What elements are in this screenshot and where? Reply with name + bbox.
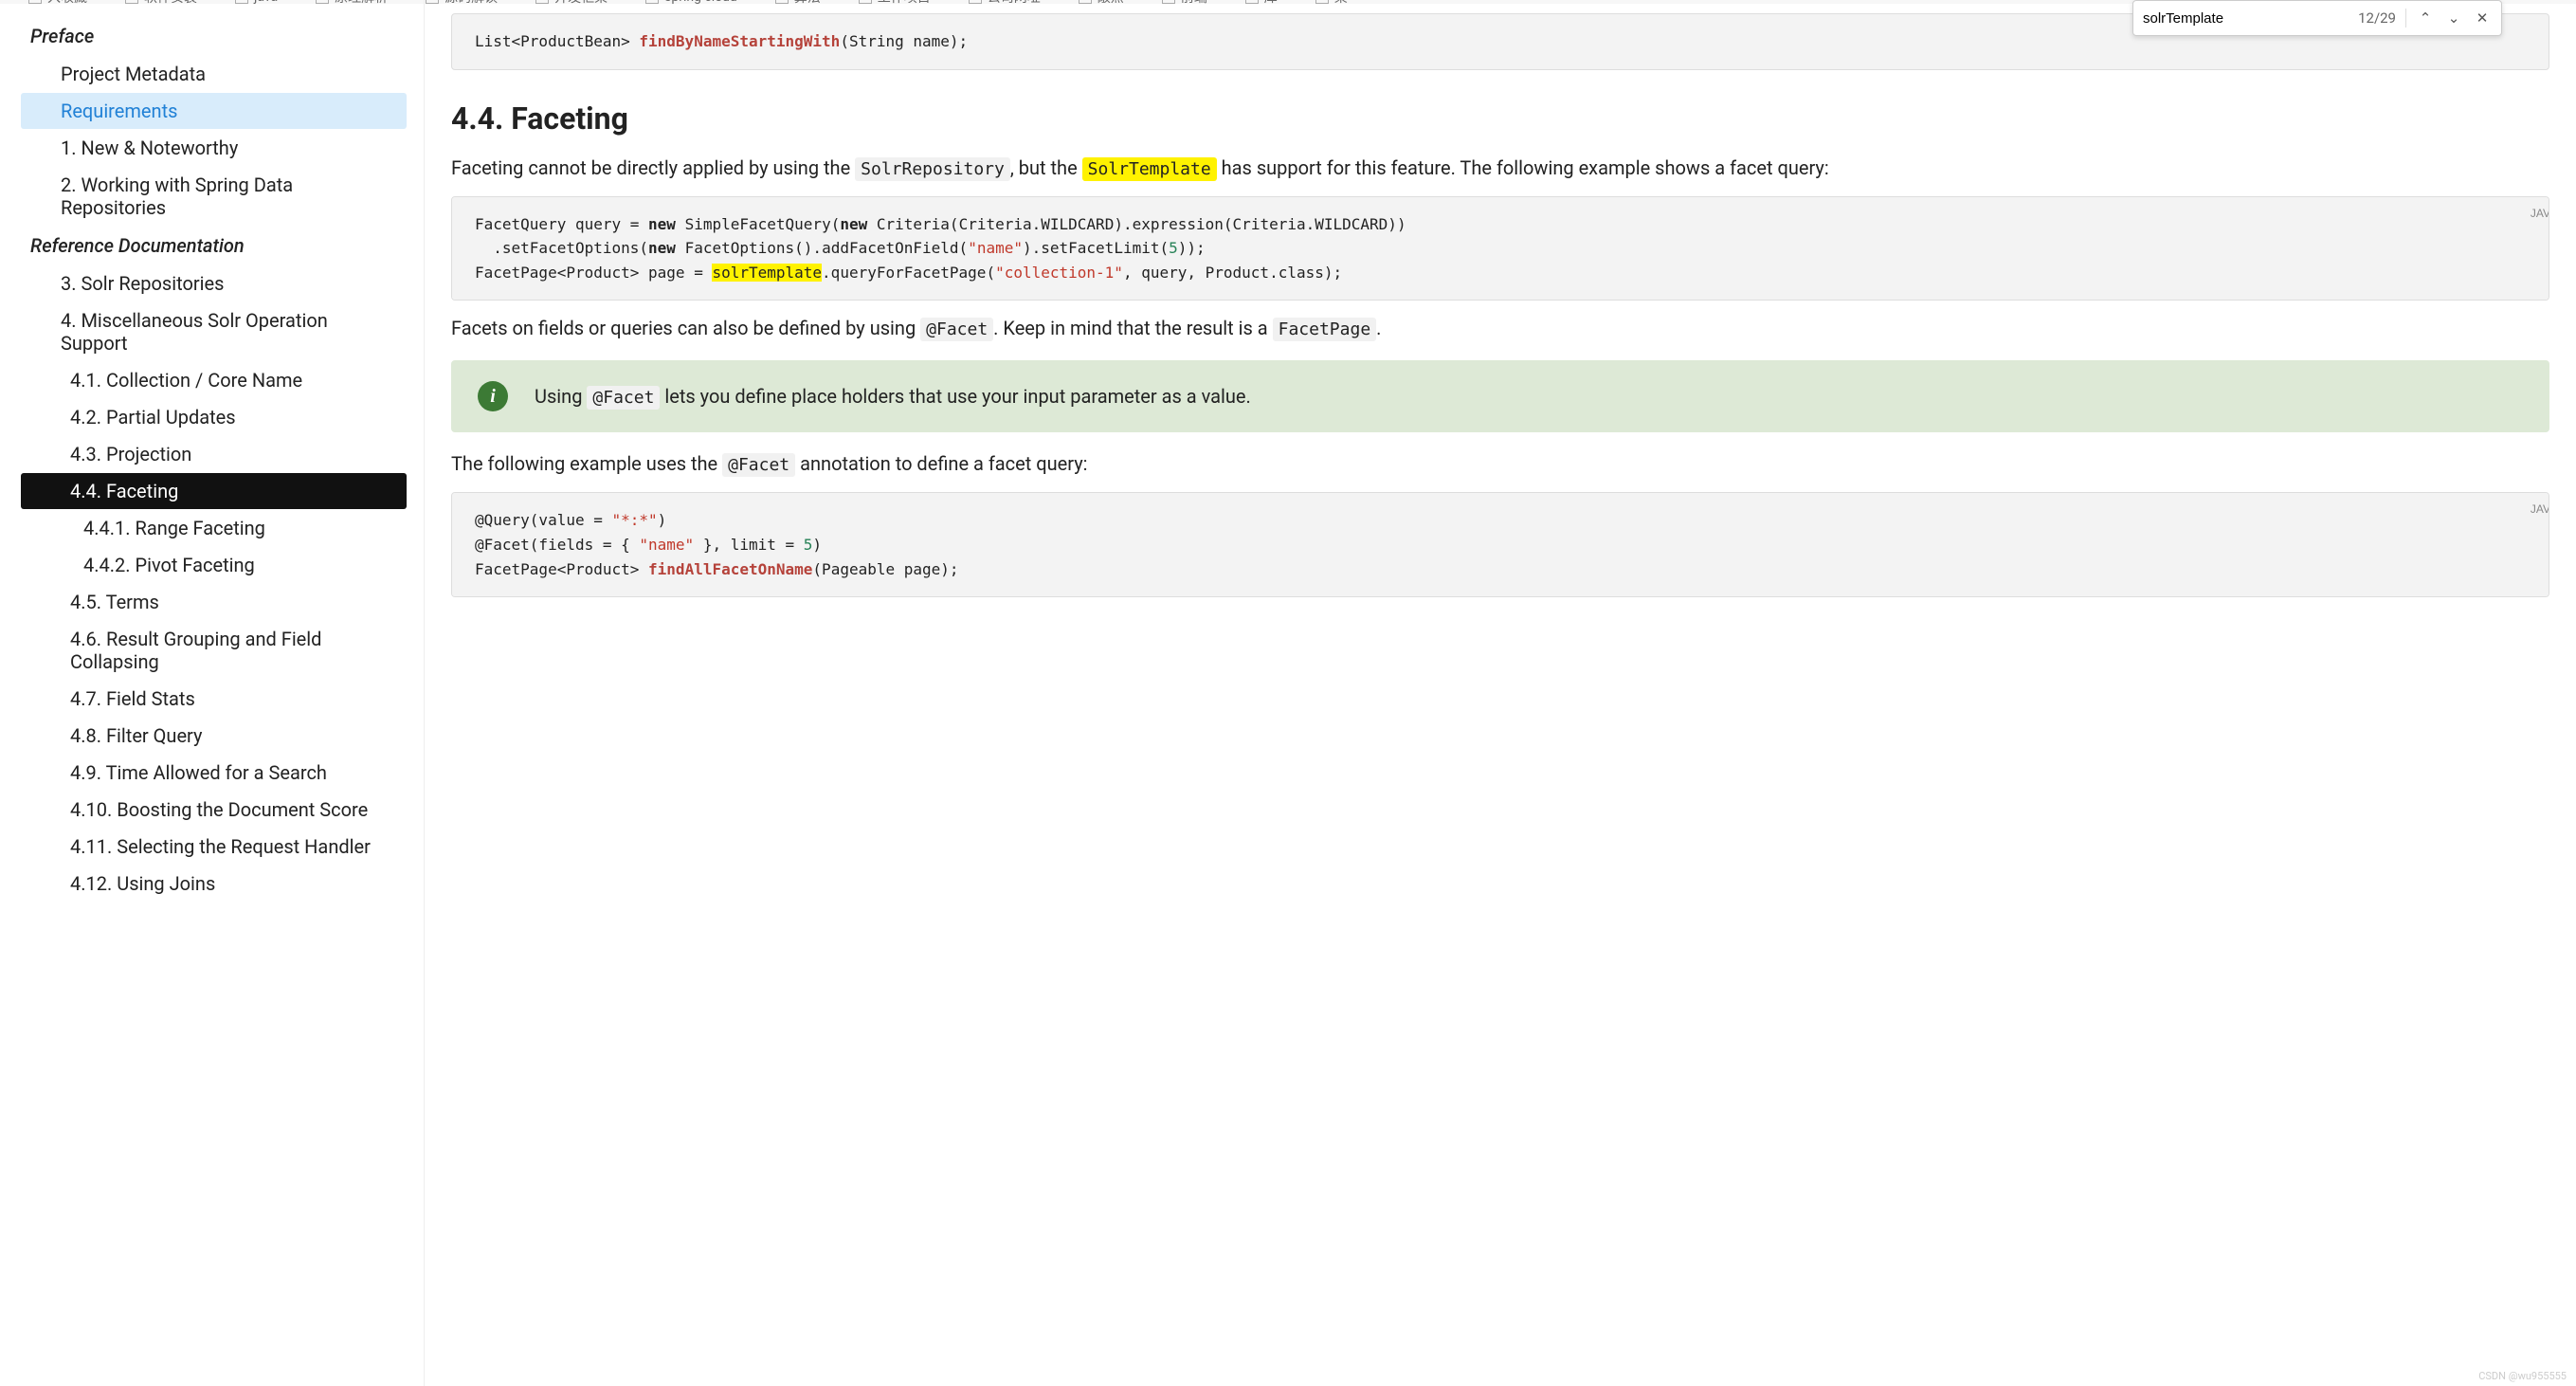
section-heading: 4.4. Faceting	[451, 100, 2549, 137]
bookmark-item[interactable]: 前端	[1162, 0, 1207, 4]
code-block-2: JAV@Query(value = "*:*") @Facet(fields =…	[451, 492, 2549, 597]
folder-icon	[969, 0, 982, 4]
folder-icon	[1245, 0, 1259, 4]
folder-icon	[1079, 0, 1092, 4]
bookmark-item[interactable]: 算法	[775, 0, 821, 4]
nav-item[interactable]: 4.9. Time Allowed for a Search	[21, 755, 407, 791]
folder-icon	[1162, 0, 1175, 4]
root: Preface Project MetadataRequirements1. N…	[0, 0, 2576, 1386]
nav-item[interactable]: Project Metadata	[21, 56, 407, 92]
code-lang-label: JAV	[2531, 205, 2549, 223]
para-2: Facets on fields or queries can also be …	[451, 314, 2549, 343]
find-input[interactable]	[2143, 10, 2349, 27]
divider	[2405, 9, 2406, 27]
nav-item[interactable]: Requirements	[21, 93, 407, 129]
info-icon: i	[478, 381, 508, 411]
nav-item[interactable]: 4.12. Using Joins	[21, 866, 407, 902]
nav-item[interactable]: 4.2. Partial Updates	[21, 399, 407, 435]
find-bar: 12/29 ⌃ ⌄ ✕	[2132, 0, 2502, 36]
note-code: @Facet	[587, 386, 660, 410]
code-block-1: JAVFacetQuery query = new SimpleFacetQue…	[451, 196, 2549, 301]
nav-item[interactable]: 4.1. Collection / Core Name	[21, 362, 407, 398]
sidebar[interactable]: Preface Project MetadataRequirements1. N…	[0, 0, 425, 1386]
folder-icon	[645, 0, 659, 4]
nav-item[interactable]: 4.7. Field Stats	[21, 681, 407, 717]
nav-item[interactable]: 4.6. Result Grouping and Field Collapsin…	[21, 621, 407, 680]
bookmark-item[interactable]: 库	[1245, 0, 1278, 4]
nav-item[interactable]: 4.10. Boosting the Document Score	[21, 792, 407, 828]
find-next-icon[interactable]: ⌄	[2444, 9, 2463, 27]
folder-icon	[426, 0, 439, 4]
main-content[interactable]: List<ProductBean> findByNameStartingWith…	[425, 0, 2576, 1386]
nav-item[interactable]: 4.8. Filter Query	[21, 718, 407, 754]
bookmark-item[interactable]: 敲点	[1079, 0, 1124, 4]
code-solrrepository: SolrRepository	[855, 157, 1010, 181]
nav-item[interactable]: 4.11. Selecting the Request Handler	[21, 829, 407, 865]
nav-item[interactable]: 4.3. Projection	[21, 436, 407, 472]
para-3: The following example uses the @Facet an…	[451, 449, 2549, 479]
code-facet-anno-2: @Facet	[722, 453, 795, 477]
note-text: Using @Facet lets you define place holde…	[535, 385, 1251, 408]
bookmark-item[interactable]: 开发框架	[535, 0, 608, 4]
para-1: Faceting cannot be directly applied by u…	[451, 154, 2549, 183]
nav-item[interactable]: 4.4.1. Range Faceting	[21, 510, 407, 546]
find-count: 12/29	[2358, 9, 2396, 27]
nav-item[interactable]: 4.4.2. Pivot Faceting	[21, 547, 407, 583]
folder-icon	[1315, 0, 1329, 4]
nav-item[interactable]: 1. New & Noteworthy	[21, 130, 407, 166]
bookmark-item[interactable]: 公司网址	[969, 0, 1041, 4]
nav-item[interactable]: 4.4. Faceting	[21, 473, 407, 509]
folder-icon	[859, 0, 872, 4]
code-facet-anno: @Facet	[920, 318, 993, 341]
info-note: i Using @Facet lets you define place hol…	[451, 360, 2549, 432]
watermark: CSDN @wu955555	[2478, 1370, 2567, 1382]
nav-item[interactable]: 3. Solr Repositories	[21, 265, 407, 301]
nav-item[interactable]: 2. Working with Spring Data Repositories	[21, 167, 407, 226]
folder-icon	[775, 0, 789, 4]
bookmark-item[interactable]: 工作项目	[859, 0, 931, 4]
nav-group-1: Project MetadataRequirements1. New & Not…	[0, 56, 424, 226]
find-prev-icon[interactable]: ⌃	[2416, 9, 2435, 27]
nav-item[interactable]: 4.5. Terms	[21, 584, 407, 620]
code-facetpage: FacetPage	[1273, 318, 1377, 341]
bookmark-item[interactable]: 源码解读	[426, 0, 498, 4]
nav-section-preface: Preface	[0, 17, 424, 55]
nav-item[interactable]: 4. Miscellaneous Solr Operation Support	[21, 302, 407, 361]
nav-group-2: 3. Solr Repositories4. Miscellaneous Sol…	[0, 265, 424, 902]
code-lang-label-2: JAV	[2531, 501, 2549, 519]
code-solrtemplate: SolrTemplate	[1082, 157, 1217, 181]
bookmark-item[interactable]: spring cloud	[645, 0, 737, 4]
nav-section-refdoc: Reference Documentation	[0, 227, 424, 264]
folder-icon	[535, 0, 549, 4]
bookmark-item[interactable]: 某	[1315, 0, 1348, 4]
find-close-icon[interactable]: ✕	[2473, 9, 2492, 27]
